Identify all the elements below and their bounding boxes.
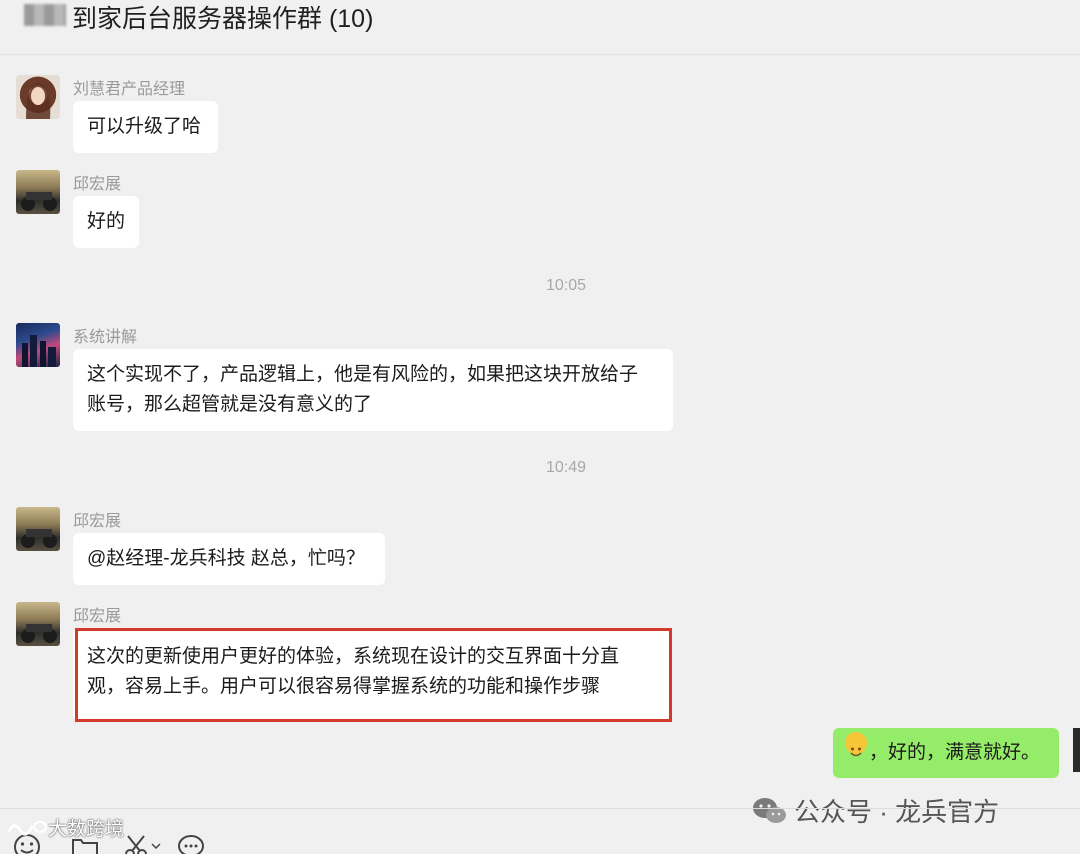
chat-header: 到家后台服务器操作群 (10)	[0, 0, 1080, 55]
message-text: @赵经理-龙兵科技 赵总，忙吗？	[87, 548, 365, 569]
toolbar-divider	[0, 808, 1080, 809]
watermark-left: 大数跨境	[6, 814, 124, 844]
message-text-line: 这个实现不了，产品逻辑上，他是有风险的，如果把这块开放给子	[87, 364, 639, 385]
avatar-motorcycle[interactable]	[16, 170, 60, 214]
watermark-official-account: 公众号 · 龙兵官方	[752, 792, 999, 833]
smile-emoji-icon	[845, 732, 867, 757]
avatar-motorcycle[interactable]	[16, 507, 60, 551]
chat-window: 到家后台服务器操作群 (10) 刘慧君产品经理 可以升级了哈 邱宏展 好的 10…	[0, 0, 1080, 854]
wechat-logo-icon	[752, 796, 788, 833]
message-bubble[interactable]: @赵经理-龙兵科技 赵总，忙吗？	[73, 533, 385, 585]
scissors-icon[interactable]	[122, 832, 166, 854]
message-text-line: 账号，那么超管就是没有意义的了	[87, 394, 373, 415]
blurred-group-prefix	[24, 4, 66, 26]
message-bubble[interactable]: 可以升级了哈	[73, 101, 218, 153]
chat-bubble-icon[interactable]	[176, 832, 206, 854]
self-message-text: ，好的，满意就好。	[869, 742, 1041, 763]
wechat-video-logo-icon	[6, 816, 48, 844]
sender-name: 邱宏展	[73, 176, 122, 193]
self-message-bubble[interactable]: ，好的，满意就好。	[833, 728, 1059, 778]
avatar-motorcycle[interactable]	[16, 602, 60, 646]
timestamp: 10:05	[545, 277, 587, 294]
red-highlight-box	[75, 628, 672, 722]
sender-name: 刘慧君产品经理	[73, 81, 186, 98]
avatar-girl-portrait[interactable]	[16, 75, 60, 119]
self-avatar[interactable]	[1073, 728, 1080, 772]
message-bubble[interactable]: 好的	[73, 196, 139, 248]
message-text: 好的	[87, 211, 126, 232]
avatar-city-night[interactable]	[16, 323, 60, 367]
watermark-right-text: 公众号 · 龙兵官方	[794, 797, 1000, 827]
watermark-left-text: 大数跨境	[48, 819, 125, 840]
group-title[interactable]: 到家后台服务器操作群 (10)	[72, 0, 373, 35]
sender-name: 邱宏展	[73, 608, 122, 625]
timestamp: 10:49	[545, 459, 587, 476]
message-text: 可以升级了哈	[87, 116, 202, 137]
message-bubble[interactable]: 这个实现不了，产品逻辑上，他是有风险的，如果把这块开放给子 账号，那么超管就是没…	[73, 349, 673, 431]
sender-name: 邱宏展	[73, 513, 122, 530]
sender-name: 系统讲解	[73, 329, 138, 346]
